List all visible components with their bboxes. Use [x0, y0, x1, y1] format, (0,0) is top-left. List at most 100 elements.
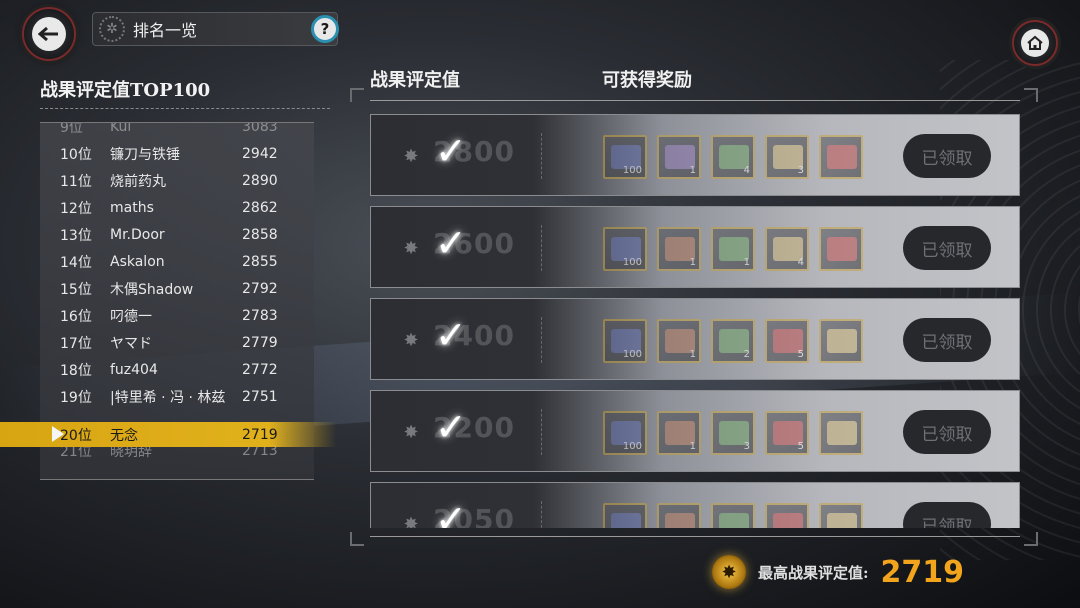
row-divider: [541, 133, 542, 179]
reward-item[interactable]: [819, 319, 863, 363]
ranking-row[interactable]: 11位 烧前药丸 2890: [40, 167, 314, 194]
checkmark-icon: ✓: [435, 497, 467, 528]
reward-item-quantity: 4: [797, 257, 804, 268]
reward-item[interactable]: 1: [657, 227, 701, 271]
claimed-button[interactable]: 已领取: [903, 318, 991, 362]
rank-name: maths: [110, 199, 154, 216]
ranking-row[interactable]: 19位 |特里希 · 冯 · 林兹 2751: [40, 383, 314, 410]
checkmark-icon: ✓: [435, 405, 467, 449]
claimed-button[interactable]: 已领取: [903, 134, 991, 178]
frame-corner: [1024, 88, 1038, 102]
home-icon: [1021, 29, 1049, 57]
reward-item[interactable]: 100: [603, 227, 647, 271]
rank-name: Kul: [110, 122, 132, 135]
reward-item[interactable]: 100: [603, 319, 647, 363]
home-button[interactable]: [1012, 20, 1058, 66]
reward-item[interactable]: 3: [765, 135, 809, 179]
ranking-row[interactable]: 17位 ヤマド 2779: [40, 329, 314, 356]
reward-list[interactable]: ✸ 2800 ✓ 100 1 4 3 已领取 ✸ 2600 ✓ 100 1 1 4 已领取 ✸ 2400 ✓ 100 1…: [370, 114, 1020, 528]
claimed-button[interactable]: 已领取: [903, 410, 991, 454]
rank-position: 9位: [60, 122, 83, 136]
reward-item[interactable]: [711, 503, 755, 528]
rank-name: ヤマド: [110, 335, 152, 352]
frame-corner: [1024, 532, 1038, 546]
reward-item-art: [719, 513, 749, 528]
screen-title-bar: ✲ 排名一览 ?: [92, 12, 339, 46]
star-emblem-icon: ✸: [712, 555, 746, 589]
rank-score: 2890: [242, 172, 278, 189]
reward-item[interactable]: [819, 503, 863, 528]
ranking-row[interactable]: 10位 镰刀与铁锤 2942: [40, 140, 314, 167]
ranking-row[interactable]: 15位 木偶Shadow 2792: [40, 275, 314, 302]
ranking-row[interactable]: 14位 Askalon 2855: [40, 248, 314, 275]
star-emblem-icon: ✸: [403, 513, 419, 529]
reward-item-quantity: 1: [689, 257, 696, 268]
row-divider: [541, 409, 542, 455]
reward-item-quantity: 3: [743, 441, 750, 452]
reward-item-quantity: 1: [689, 349, 696, 360]
row-divider: [541, 225, 542, 271]
rank-position: 13位: [60, 227, 92, 244]
best-score-value: 2719: [880, 554, 965, 590]
reward-item-quantity: 4: [743, 165, 750, 176]
ranking-row[interactable]: 13位 Mr.Door 2858: [40, 221, 314, 248]
reward-item[interactable]: [657, 503, 701, 528]
rank-name: fuz404: [110, 361, 158, 378]
reward-item[interactable]: 1: [657, 319, 701, 363]
claimed-button[interactable]: 已领取: [903, 226, 991, 270]
self-rank-row[interactable]: 20位 无念 2719: [0, 422, 336, 447]
rewards-top-divider: [370, 100, 1020, 101]
claimed-button[interactable]: 已领取: [903, 502, 991, 528]
reward-item-quantity: 5: [797, 349, 804, 360]
star-emblem-icon: ✸: [403, 329, 419, 351]
reward-item[interactable]: 4: [711, 135, 755, 179]
ranking-title: 战果评定值TOP100: [40, 80, 211, 101]
reward-item-quantity: 3: [797, 165, 804, 176]
rank-name: Mr.Door: [110, 226, 165, 243]
checkmark-icon: ✓: [435, 221, 467, 265]
star-emblem-icon: ✸: [403, 145, 419, 167]
checkmark-icon: ✓: [435, 129, 467, 173]
star-emblem-icon: ✸: [403, 421, 419, 443]
frame-corner: [350, 88, 364, 102]
reward-item-quantity: 100: [622, 257, 642, 268]
reward-item-art: [827, 513, 857, 528]
reward-row: ✸ 2800 ✓ 100 1 4 3 已领取: [370, 114, 1020, 196]
reward-item-art: [773, 513, 803, 528]
reward-item[interactable]: 2: [711, 319, 755, 363]
back-button[interactable]: [22, 7, 76, 61]
reward-item[interactable]: 1: [657, 411, 701, 455]
reward-item[interactable]: 1: [711, 227, 755, 271]
help-button[interactable]: ?: [311, 15, 339, 43]
reward-row: ✸ 2050 ✓ 已领取: [370, 482, 1020, 528]
ranking-row[interactable]: 18位 fuz404 2772: [40, 356, 314, 383]
reward-item-quantity: 2: [743, 349, 750, 360]
rank-score: 2751: [242, 388, 278, 405]
reward-item[interactable]: 100: [603, 411, 647, 455]
reward-item[interactable]: 100: [603, 135, 647, 179]
rank-position: 18位: [60, 362, 92, 379]
row-divider: [541, 501, 542, 528]
reward-item[interactable]: 3: [711, 411, 755, 455]
reward-item[interactable]: [603, 503, 647, 528]
reward-item[interactable]: 5: [765, 319, 809, 363]
checkmark-icon: ✓: [435, 313, 467, 357]
ranking-row[interactable]: 12位 maths 2862: [40, 194, 314, 221]
rewards-bottom-divider: [370, 536, 1020, 537]
self-marker-icon: [52, 426, 64, 442]
ranking-row[interactable]: 9位 Kul 3083: [40, 122, 314, 140]
reward-item[interactable]: [819, 411, 863, 455]
reward-item[interactable]: [765, 503, 809, 528]
ranking-row[interactable]: 16位 叼德一 2783: [40, 302, 314, 329]
best-score-label: 最高战果评定值:: [758, 563, 869, 582]
reward-item[interactable]: 1: [657, 135, 701, 179]
ranking-list[interactable]: 9位 Kul 3083 10位 镰刀与铁锤 2942 11位 烧前药丸 2890 12位 maths…: [40, 122, 314, 464]
reward-item[interactable]: [819, 135, 863, 179]
reward-row: ✸ 2400 ✓ 100 1 2 5 已领取: [370, 298, 1020, 380]
reward-item[interactable]: [819, 227, 863, 271]
rank-position: 17位: [60, 335, 92, 352]
reward-item[interactable]: 5: [765, 411, 809, 455]
gear-emblem-icon: ✲: [99, 16, 125, 42]
reward-item[interactable]: 4: [765, 227, 809, 271]
reward-item-quantity: 1: [689, 165, 696, 176]
